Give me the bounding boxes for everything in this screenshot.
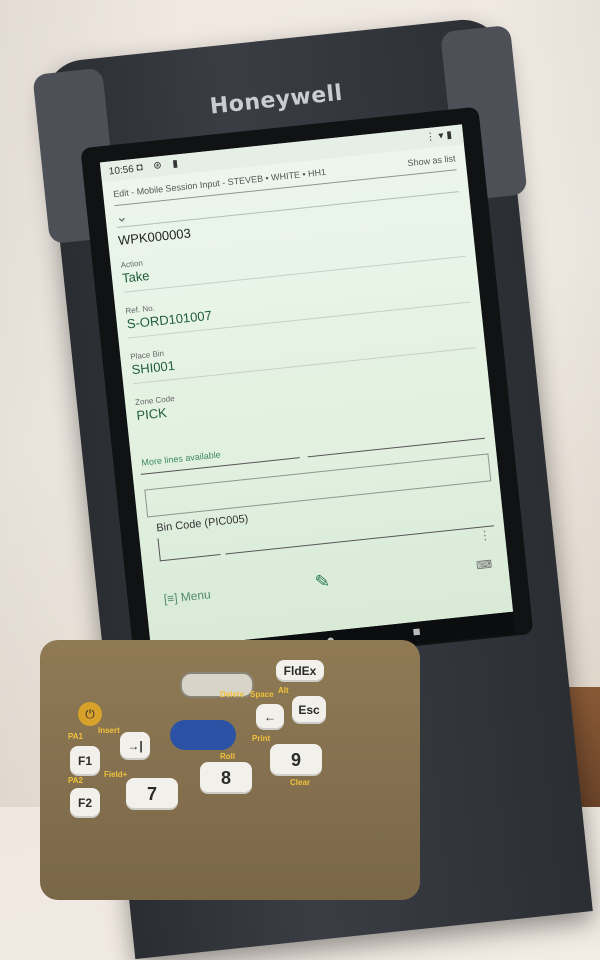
notification-icons: ◘ ⊛ ▮ [136,157,183,174]
signal-battery-icons: ⋮▾▮ [424,129,456,144]
recent-apps-icon[interactable]: ■ [412,624,421,640]
key-label-clear: Clear [290,778,311,787]
pencil-icon[interactable]: ✎ [314,571,331,593]
key-label-space: Space [250,690,274,699]
key-label-pa1: PA1 [68,732,83,741]
document-number: WPK000003 [117,225,192,248]
key-label-pa2: PA2 [68,776,83,785]
key-7[interactable]: 7 [126,778,178,810]
tab-key[interactable]: →| [120,732,150,760]
menu-button[interactable]: [≡] Menu [163,587,211,606]
show-as-list-button[interactable]: Show as list [407,153,456,168]
key-label-field-plus: Field+ [104,770,128,779]
power-icon[interactable]: ⏻ [78,702,102,726]
f1-key[interactable]: F1 [70,746,100,776]
scan-input-box[interactable] [144,453,492,518]
bin-code-label: Bin Code (PIC005) [155,512,249,535]
key-label-delete: Delete [220,690,245,699]
keyboard-icon[interactable]: ⌨ [476,558,493,573]
enter-key[interactable]: ← [256,704,284,730]
key-label-print: Print [252,734,271,743]
key-label-alt: Alt [278,686,289,695]
key-label-roll: Roll [220,752,236,761]
more-lines-link[interactable]: More lines available [141,449,221,467]
key-label-insert: Insert [98,726,120,735]
status-time: 10:56 [108,163,135,178]
physical-keypad: ⏻ FldEx Esc ← →| F1 F2 7 8 9 PA1 Insert … [40,640,420,900]
key-9[interactable]: 9 [270,744,322,776]
fldex-key[interactable]: FldEx [276,660,324,682]
more-options-icon[interactable]: ⋮ [478,528,491,543]
screen-bezel: 10:56 ◘ ⊛ ▮ ⋮▾▮ Edit - Mobile Session In… [80,106,534,676]
bin-code-input[interactable] [157,532,221,562]
esc-key[interactable]: Esc [292,696,326,724]
chevron-down-icon[interactable]: ⌄ [115,208,128,226]
screen: 10:56 ◘ ⊛ ▮ ⋮▾▮ Edit - Mobile Session In… [99,124,514,650]
key-8[interactable]: 8 [200,762,252,794]
f2-key[interactable]: F2 [70,788,100,818]
trigger-key[interactable] [170,720,236,750]
